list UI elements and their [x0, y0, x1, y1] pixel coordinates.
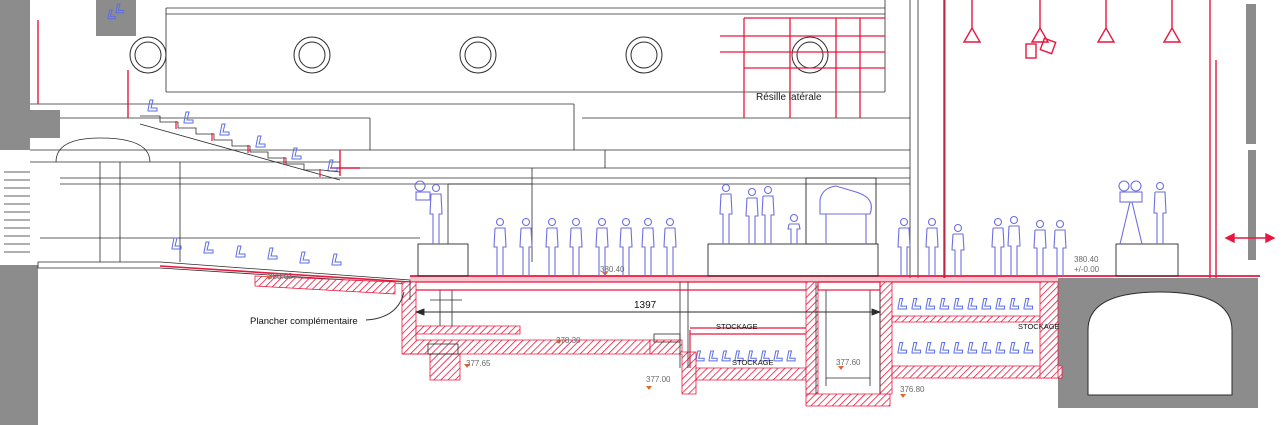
seat-icon [897, 298, 908, 310]
level-376-80: 376.80 [900, 385, 925, 394]
seat-icon [721, 350, 731, 362]
seat-icon [967, 342, 978, 354]
seat-icon [183, 111, 194, 124]
person-figure [925, 217, 939, 276]
seat-icon [235, 245, 246, 258]
plancher-leader [365, 291, 405, 321]
stockage-label-1: STOCKAGE [716, 322, 758, 331]
plancher-label: Plancher complémentaire [250, 316, 358, 327]
theatre-section-drawing: Résille latérale 1397 STOCKAGE STOCKAGE … [0, 0, 1276, 425]
seat-icon [147, 99, 158, 112]
person-figure [1007, 215, 1021, 276]
person-figure [519, 217, 533, 276]
person-figure [569, 217, 583, 276]
person-figure [1153, 181, 1167, 244]
person-figure [745, 187, 759, 244]
level-380-40: 380.40 [600, 265, 625, 274]
seat-icon [773, 350, 783, 362]
seat-icon [219, 123, 230, 136]
seat-icon [1009, 298, 1020, 310]
seat-icon [953, 298, 964, 310]
seat-icon [925, 298, 936, 310]
seat-icon [939, 298, 950, 310]
seat-icon [925, 342, 936, 354]
substructure-hatch [254, 275, 1063, 407]
person-figure [897, 217, 911, 276]
seat-icon [939, 342, 950, 354]
stockage-label-3: STOCKAGE [1018, 322, 1060, 331]
person-figure [545, 217, 559, 276]
seat-icon [967, 298, 978, 310]
seat-icon [786, 350, 796, 362]
reference-level-bottom: +/-0.00 [1074, 265, 1100, 274]
person-figure [1033, 219, 1047, 276]
person-figure [787, 213, 801, 244]
person-figure [641, 217, 655, 276]
span-dimension-label: 1397 [634, 300, 657, 311]
piano-icon [819, 185, 872, 244]
seat-icon [897, 342, 908, 354]
person-figure [429, 183, 443, 244]
seat-icon [995, 342, 1006, 354]
seat-icon [203, 241, 214, 254]
seat-icon [981, 298, 992, 310]
seat-icon [1023, 298, 1034, 310]
resille-label: Résille latérale [756, 92, 822, 103]
seat-icon [299, 251, 310, 264]
seat-icon [953, 342, 964, 354]
seat-icon [695, 350, 705, 362]
person-figure [951, 223, 965, 276]
person-figure [493, 217, 507, 276]
person-figure [719, 183, 733, 244]
seat-icon [255, 135, 266, 148]
performers [429, 181, 1167, 276]
seat-icon [267, 247, 278, 260]
building-walls [0, 0, 1258, 425]
seat-icon [1023, 342, 1034, 354]
seat-icon [911, 298, 922, 310]
seat-icon [331, 253, 342, 266]
seat-icon [981, 342, 992, 354]
person-figure [761, 185, 775, 244]
level-377-00: 377.00 [646, 375, 671, 384]
level-378-30: 378.30 [556, 336, 581, 345]
stockage-label-2: STOCKAGE [732, 358, 774, 367]
reference-level-top: 380.40 [1074, 255, 1099, 264]
balcony-rake [139, 115, 341, 181]
camera-icon [414, 180, 1143, 245]
tunnel-arch [1087, 291, 1233, 396]
level-377-60: 377.60 [836, 358, 861, 367]
person-figure [991, 217, 1005, 276]
seat-icon [1009, 342, 1020, 354]
seat-icon [911, 342, 922, 354]
level-380-03: 380.03 [268, 272, 293, 281]
person-figure [1053, 219, 1067, 276]
porthole-windows [129, 36, 829, 74]
level-377-65: 377.65 [466, 359, 491, 368]
seat-icon [995, 298, 1006, 310]
seat-icon [708, 350, 718, 362]
spotlight-icon [962, 0, 1182, 59]
person-figure [663, 217, 677, 276]
resille-laterale-grid [720, 17, 885, 118]
left-stairs [4, 171, 30, 253]
seating [107, 3, 1034, 362]
